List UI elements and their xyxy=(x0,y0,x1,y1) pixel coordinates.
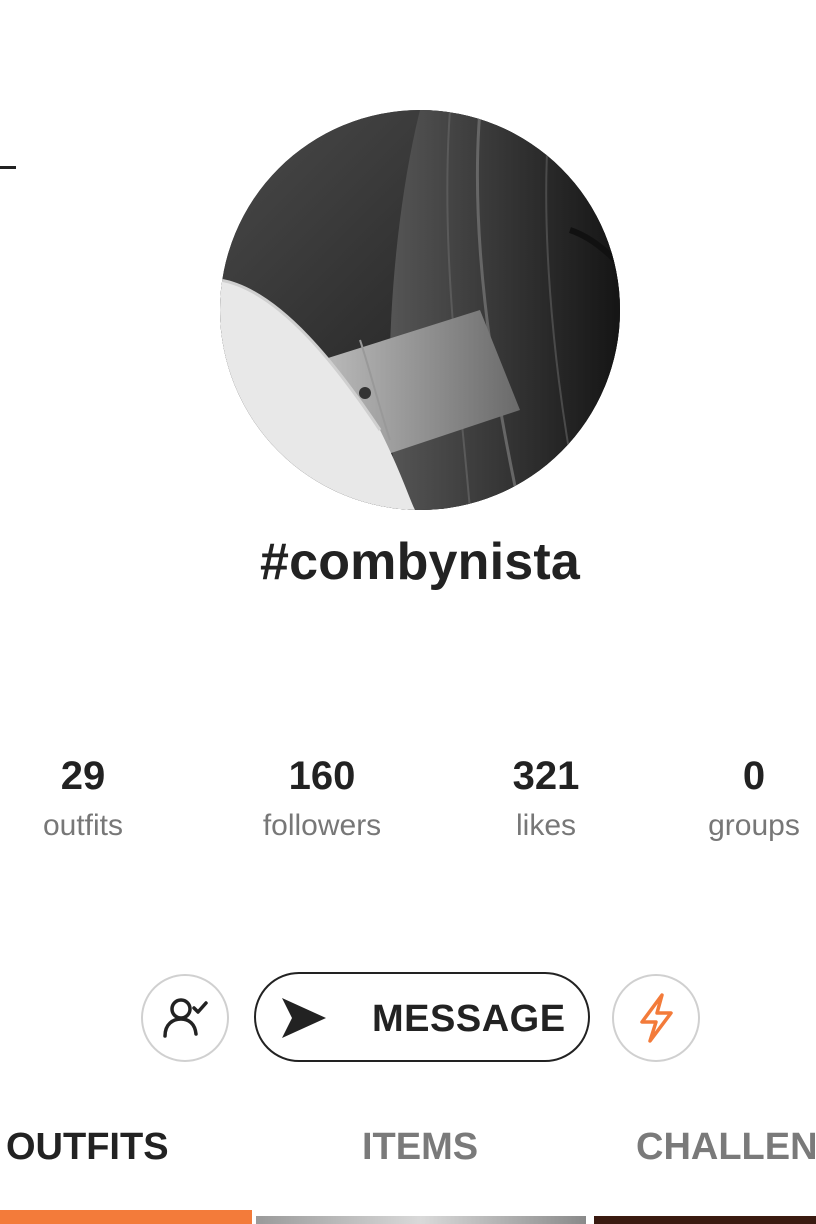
stat-label: likes xyxy=(515,809,576,842)
stat-value: 29 xyxy=(60,754,106,798)
stat-value: 321 xyxy=(512,754,580,798)
stat-outfits[interactable]: 29 outfits xyxy=(28,752,138,846)
send-icon xyxy=(282,998,326,1038)
stat-value: 0 xyxy=(742,754,766,798)
avatar xyxy=(220,110,620,510)
tab-items[interactable]: ITEMS xyxy=(362,1126,478,1186)
username: #combynista xyxy=(259,533,581,591)
user-check-icon xyxy=(163,998,208,1038)
tab-challenges[interactable]: CHALLENG xyxy=(636,1126,816,1186)
boost-button[interactable] xyxy=(612,974,700,1062)
lightning-icon xyxy=(640,993,673,1043)
following-button[interactable] xyxy=(141,974,229,1062)
grid-item-peek xyxy=(0,1216,252,1224)
stat-label: followers xyxy=(262,809,382,842)
stat-groups[interactable]: 0 groups xyxy=(698,752,810,846)
stat-value: 160 xyxy=(288,754,356,798)
tab-outfits[interactable]: OUTFITS xyxy=(6,1126,169,1186)
profile-screen: #combynista 29 outfits 160 followers 321… xyxy=(0,0,816,1224)
grid-item-peek xyxy=(594,1216,816,1224)
back-button[interactable] xyxy=(0,166,16,169)
stat-followers[interactable]: 160 followers xyxy=(246,752,398,846)
stat-label: outfits xyxy=(42,809,124,842)
stat-likes[interactable]: 321 likes xyxy=(496,752,596,846)
stat-label: groups xyxy=(708,809,800,842)
profile-tabs: OUTFITS ITEMS CHALLENG xyxy=(0,1126,816,1224)
grid-item-peek xyxy=(256,1216,586,1224)
message-button[interactable]: MESSAGE xyxy=(254,972,590,1062)
message-label: MESSAGE xyxy=(372,998,566,1040)
